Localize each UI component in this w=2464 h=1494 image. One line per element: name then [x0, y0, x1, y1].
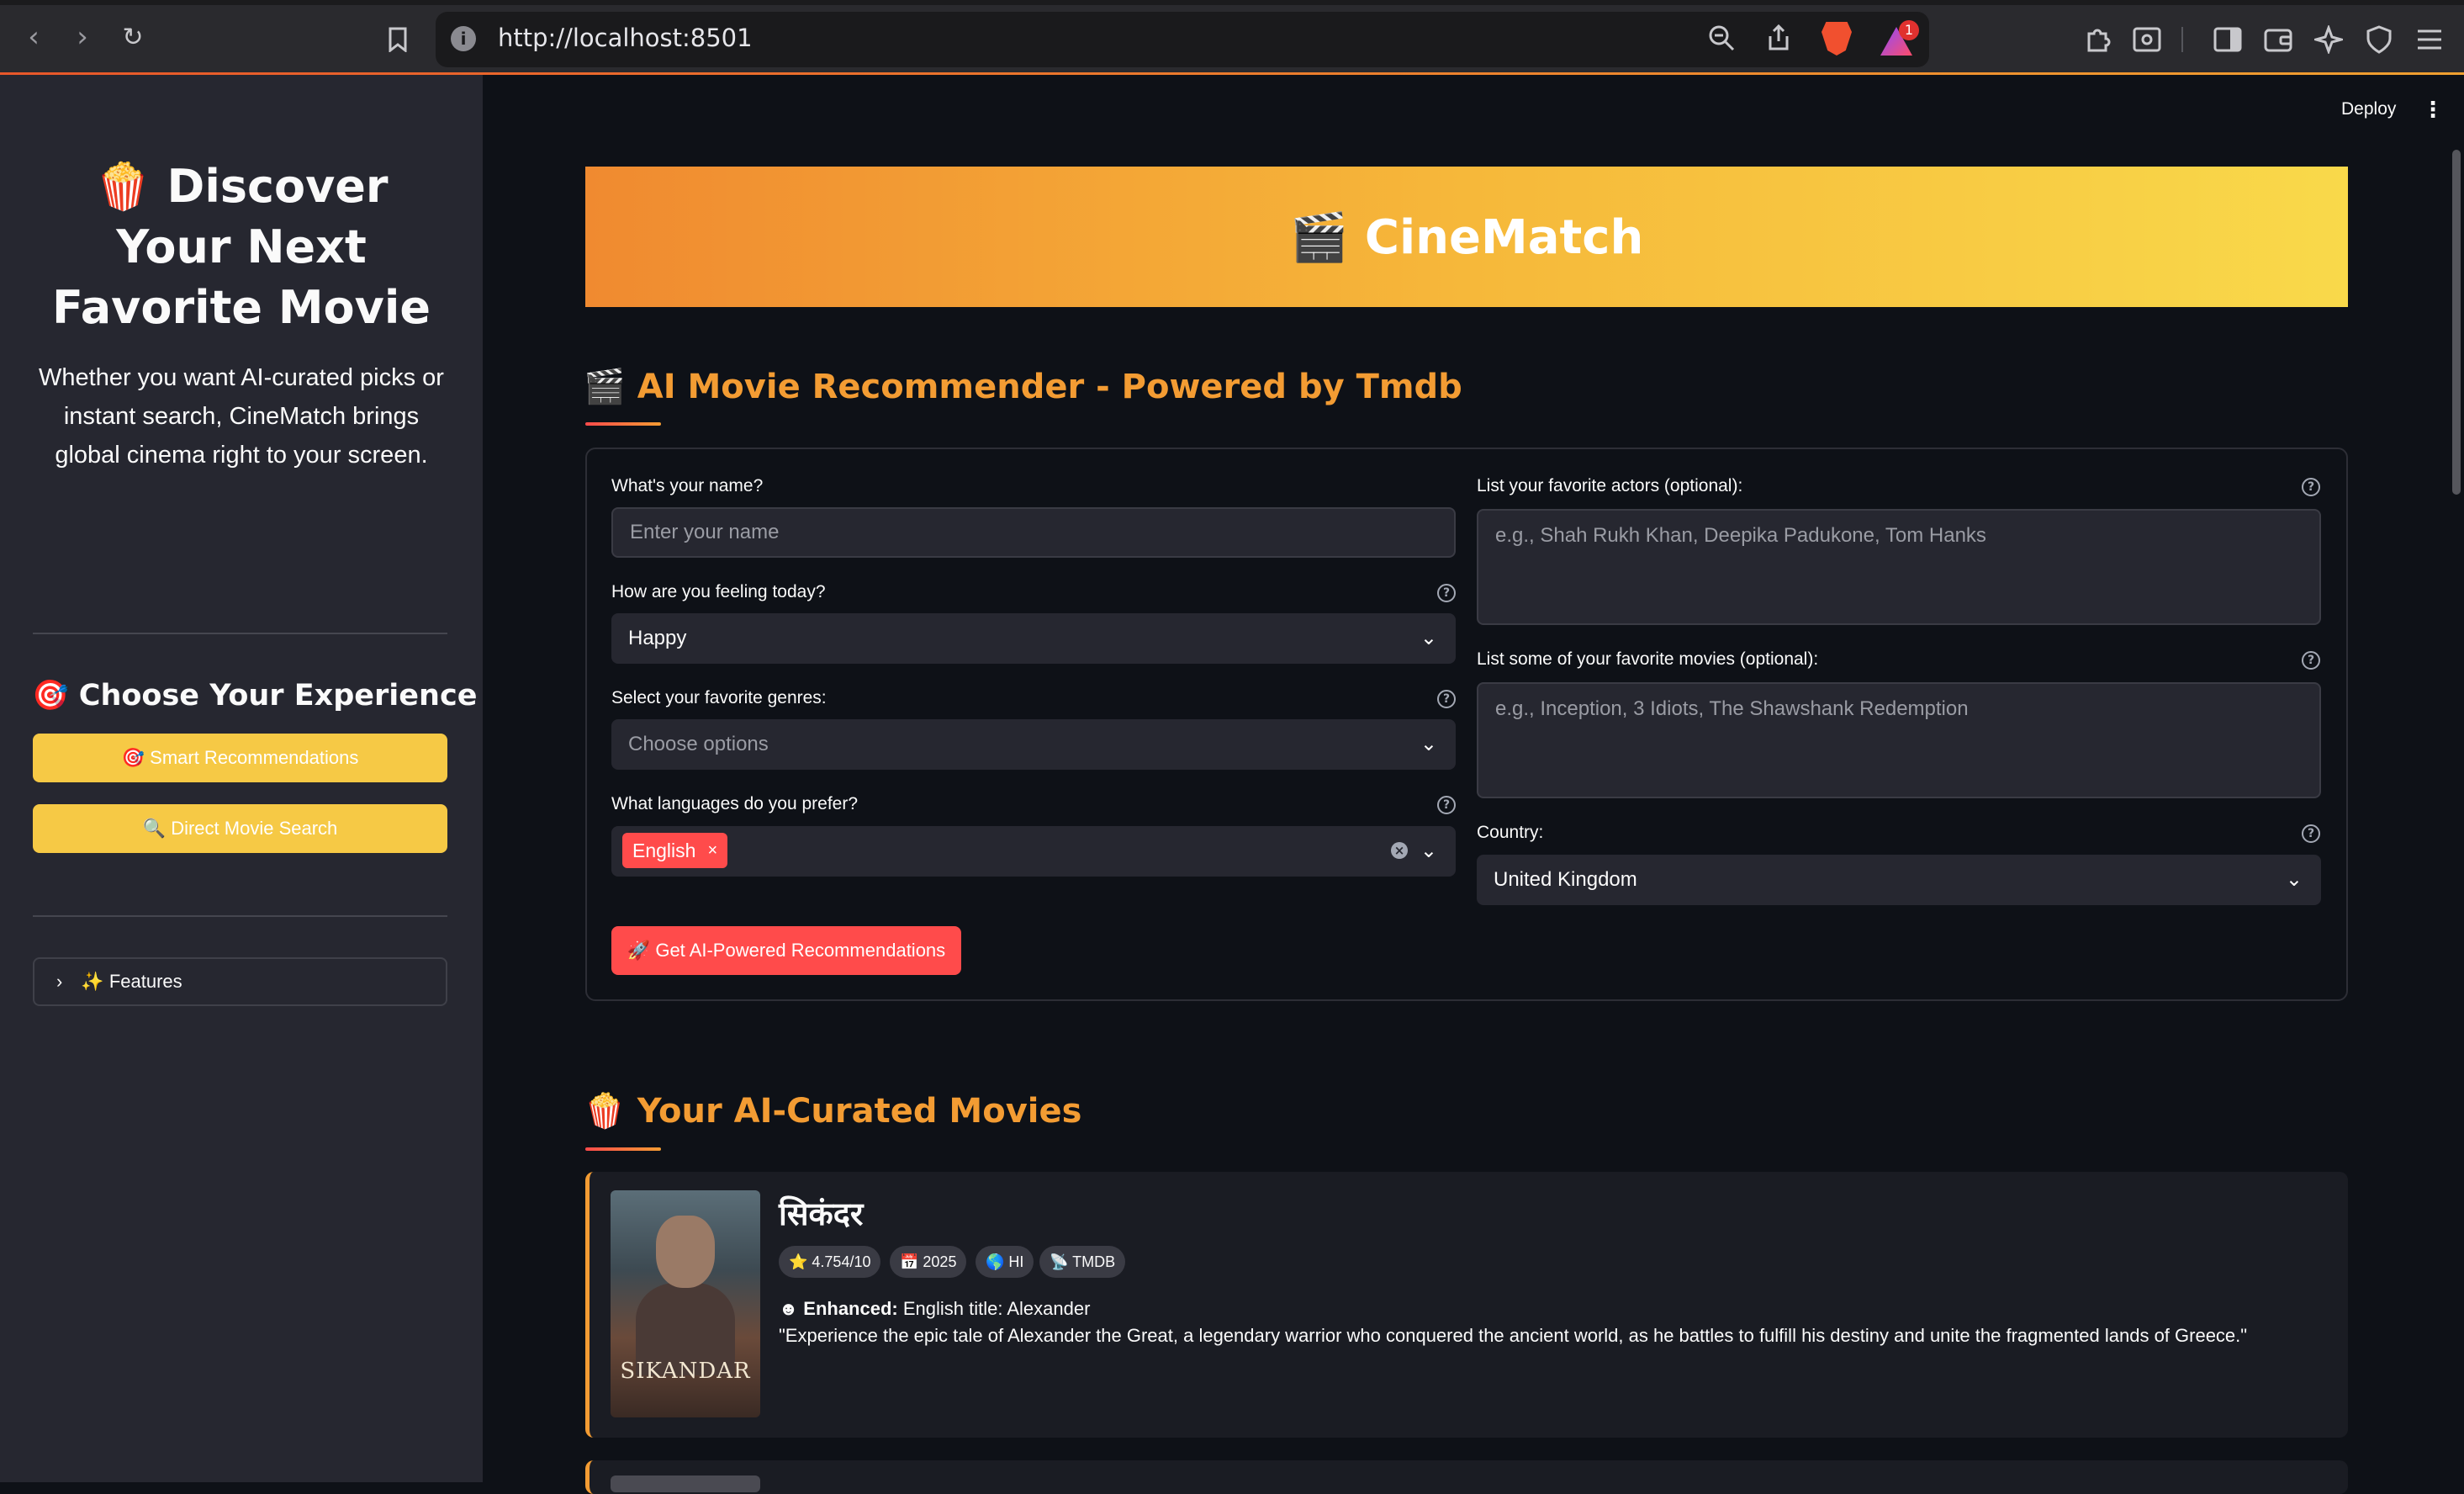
sidebar-divider: [33, 633, 447, 634]
chevron-down-icon: ⌄: [1420, 626, 1437, 649]
more-options-icon[interactable]: ⋮: [2422, 98, 2444, 123]
vpn-shield-icon[interactable]: [2363, 24, 2395, 56]
mood-label: How are you feeling today?: [611, 582, 826, 601]
movies-textarea[interactable]: e.g., Inception, 3 Idiots, The Shawshank…: [1477, 682, 2321, 798]
forward-icon[interactable]: ›: [66, 20, 99, 54]
scrollbar[interactable]: [2452, 150, 2461, 495]
enhanced-icon: ☻: [779, 1298, 804, 1319]
genres-label: Select your favorite genres:: [611, 688, 827, 707]
back-icon[interactable]: ‹: [17, 20, 50, 54]
help-icon[interactable]: ?: [2302, 824, 2320, 843]
enhanced-info: ☻ Enhanced: English title: Alexander: [779, 1298, 1090, 1320]
enhanced-text: English title: Alexander: [902, 1298, 1091, 1319]
experience-heading: 🎯 Choose Your Experience: [32, 679, 478, 713]
help-icon[interactable]: ?: [1437, 796, 1456, 814]
help-icon[interactable]: ?: [1437, 690, 1456, 708]
bookmark-icon[interactable]: [382, 24, 414, 56]
share-icon[interactable]: [1763, 22, 1795, 54]
browser-toolbar: ‹ › ↻ i http://localhost:8501 1: [0, 0, 2464, 74]
year-badge: 📅 2025: [890, 1246, 967, 1278]
language-tag[interactable]: English ×: [622, 833, 728, 868]
features-label: ✨ Features: [81, 971, 182, 992]
zoom-icon[interactable]: [1705, 22, 1737, 54]
results-heading: 🍿 Your AI-Curated Movies: [584, 1092, 1082, 1131]
chevron-right-icon: ›: [56, 971, 63, 992]
enhanced-label: Enhanced:: [803, 1298, 898, 1319]
notification-badge: 1: [1899, 20, 1919, 40]
movie-poster: SIKANDAR: [611, 1190, 760, 1417]
name-label: What's your name?: [611, 476, 764, 495]
recommender-heading: 🎬 AI Movie Recommender - Powered by Tmdb: [584, 368, 1462, 406]
sidebar-toggle-icon[interactable]: [2212, 24, 2244, 56]
chevron-down-icon: ⌄: [2285, 867, 2303, 891]
movie-poster: [611, 1475, 760, 1492]
languages-label: What languages do you prefer?: [611, 794, 859, 813]
genres-multiselect[interactable]: Choose options ⌄: [611, 719, 1456, 770]
hero-banner: 🎬 CineMatch: [585, 167, 2348, 307]
site-info-icon[interactable]: i: [451, 26, 476, 51]
sidebar-divider: [33, 915, 447, 917]
direct-search-button[interactable]: 🔍 Direct Movie Search: [33, 804, 447, 853]
rating-badge: ⭐ 4.754/10: [779, 1246, 881, 1278]
poster-title: SIKANDAR: [620, 1359, 751, 1384]
heading-underline: [585, 422, 661, 426]
features-expander[interactable]: › ✨ Features: [33, 957, 447, 1006]
help-icon[interactable]: ?: [1437, 584, 1456, 602]
get-recommendations-button[interactable]: 🚀 Get AI-Powered Recommendations: [611, 926, 961, 975]
help-icon[interactable]: ?: [2302, 478, 2320, 496]
reload-icon[interactable]: ↻: [116, 20, 150, 54]
heading-underline: [585, 1147, 661, 1151]
language-tag-label: English: [632, 839, 696, 861]
actors-label: List your favorite actors (optional):: [1477, 476, 1743, 495]
wallet-icon[interactable]: [2262, 24, 2294, 56]
smart-recommendations-button[interactable]: 🎯 Smart Recommendations: [33, 734, 447, 782]
movie-card: [585, 1460, 2348, 1494]
country-select[interactable]: United Kingdom ⌄: [1477, 855, 2321, 905]
sidebar-description: Whether you want AI-curated picks or ins…: [39, 364, 444, 469]
movie-title: सिकंदर: [779, 1195, 864, 1232]
extensions-icon[interactable]: [2082, 24, 2114, 56]
menu-icon[interactable]: [2414, 24, 2445, 56]
chevron-down-icon: ⌄: [1420, 839, 1437, 862]
languages-multiselect[interactable]: ⌄: [611, 826, 1456, 877]
mood-value: Happy: [628, 627, 687, 649]
poster-face: [656, 1216, 715, 1288]
source-badge: 📡 TMDB: [1039, 1246, 1126, 1278]
help-icon[interactable]: ?: [2302, 651, 2320, 670]
remove-tag-icon[interactable]: ×: [707, 841, 717, 861]
country-label: Country:: [1477, 823, 1544, 842]
movie-overview: "Experience the epic tale of Alexander t…: [779, 1325, 2248, 1346]
mood-select[interactable]: Happy ⌄: [611, 613, 1456, 664]
address-bar[interactable]: i http://localhost:8501: [436, 12, 1929, 67]
clear-all-icon[interactable]: ×: [1391, 842, 1408, 859]
movies-label: List some of your favorite movies (optio…: [1477, 649, 1819, 669]
chevron-down-icon: ⌄: [1420, 732, 1437, 755]
genres-placeholder: Choose options: [628, 733, 769, 755]
country-value: United Kingdom: [1494, 868, 1637, 891]
name-input[interactable]: Enter your name: [611, 507, 1456, 558]
leo-ai-icon[interactable]: [2313, 24, 2345, 56]
page-search-icon[interactable]: [2131, 24, 2163, 56]
deploy-button[interactable]: Deploy: [2341, 99, 2396, 119]
sidebar-title: 🍿 Discover Your Next Favorite Movie: [51, 160, 431, 334]
url-text: http://localhost:8501: [498, 24, 753, 52]
toolbar-divider: [2181, 27, 2183, 52]
language-badge: 🌎 HI: [976, 1246, 1034, 1278]
actors-textarea[interactable]: e.g., Shah Rukh Khan, Deepika Padukone, …: [1477, 509, 2321, 625]
